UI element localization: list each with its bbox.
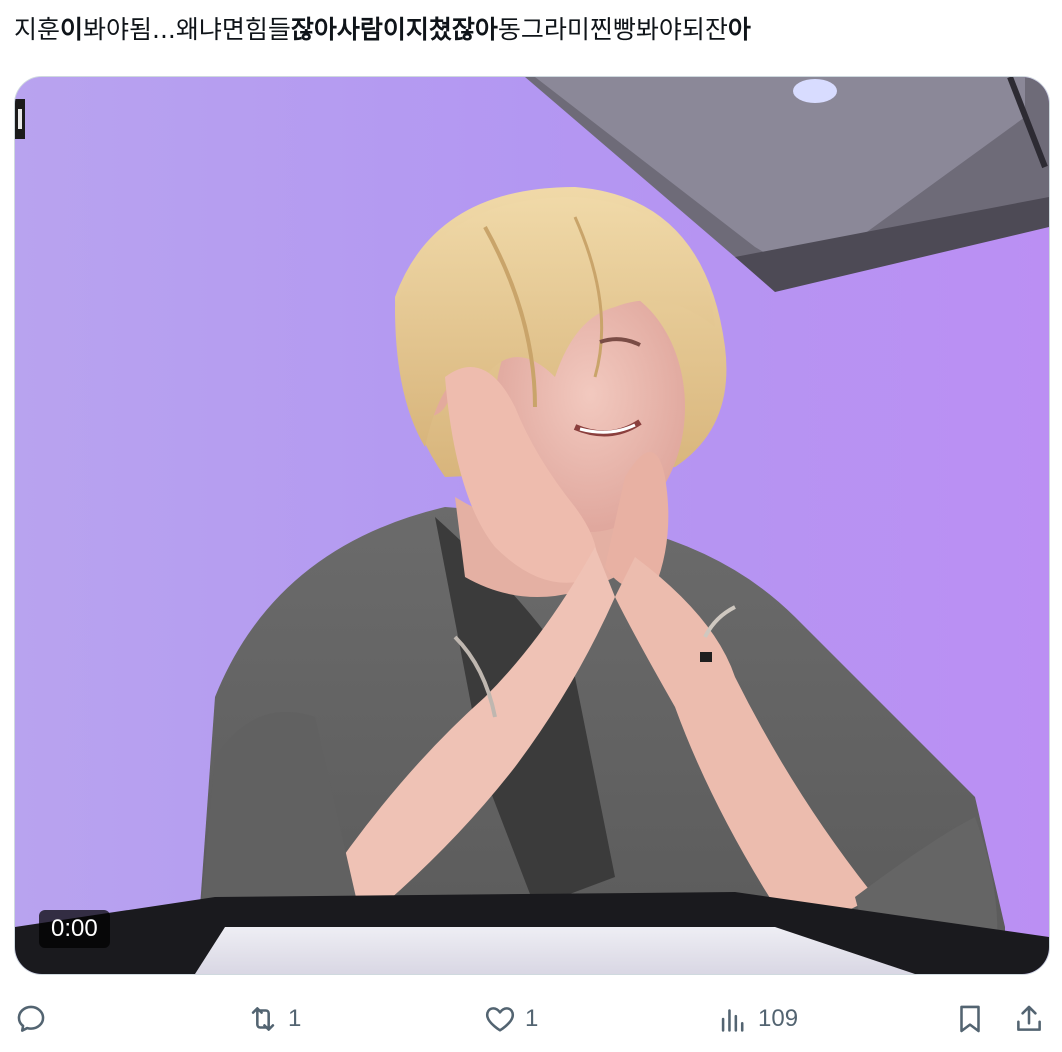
tweet-text-segment: 이 (60, 15, 84, 44)
like-button[interactable]: 1 (483, 995, 538, 1043)
retweet-count: 1 (288, 1005, 302, 1032)
tweet-page: 지훈이봐야됨...왜냐면힘들잖아사람이지쳤잖아동그라미찐빵봐야되잔아 0:00 … (0, 0, 1062, 1052)
video-timestamp: 0:00 (39, 910, 110, 948)
tweet-text-segment: 잖아사람이지쳤잖아 (290, 15, 498, 44)
views-count: 109 (758, 1005, 799, 1032)
tweet-text-segment: 봐야됨...왜냐면힘들 (83, 15, 291, 44)
reply-button[interactable] (14, 995, 48, 1043)
previous-content-cut (0, 0, 1062, 4)
heart-icon (485, 1007, 515, 1032)
like-count: 1 (525, 1005, 539, 1032)
views-button[interactable]: 109 (716, 995, 798, 1043)
tweet-text: 지훈이봐야됨...왜냐면힘들잖아사람이지쳤잖아동그라미찐빵봐야되잔아 (14, 12, 751, 48)
retweet-icon (251, 1007, 275, 1031)
share-icon (1017, 1005, 1041, 1031)
tweet-text-segment: 아 (727, 15, 751, 44)
reply-icon (17, 1005, 45, 1032)
retweet-button[interactable]: 1 (246, 995, 301, 1043)
bookmark-icon (960, 1005, 980, 1033)
tweet-text-segment: 동그라미찐빵봐야되잔 (497, 15, 728, 44)
tweet-text-segment: 지훈 (14, 15, 61, 44)
video-frame (15, 77, 1049, 974)
bookmark-button[interactable] (953, 995, 987, 1043)
tweet-actions: 1 1 109 (0, 995, 1062, 1043)
video-player[interactable]: 0:00 (14, 76, 1050, 975)
video-edge-mark (15, 99, 25, 139)
views-icon (721, 1009, 744, 1032)
share-button[interactable] (1012, 995, 1046, 1043)
